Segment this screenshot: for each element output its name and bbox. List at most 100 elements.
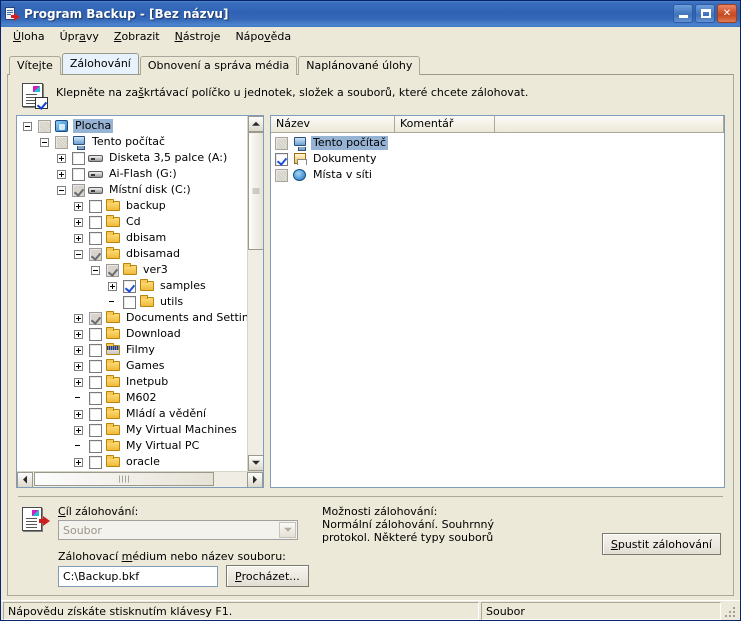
list-checkbox[interactable] [275,152,288,166]
tree-item-disketa-3-5-palce-a[interactable]: Disketa 3,5 palce (A:) [17,150,263,166]
tree-checkbox[interactable] [123,295,136,309]
expand-icon[interactable] [108,281,117,291]
expand-icon[interactable] [74,201,83,211]
expand-icon[interactable] [74,217,83,227]
list-checkbox[interactable] [275,136,288,150]
tab-obnoveni[interactable]: Obnovení a správa média [139,56,298,75]
tree-item-ai-flash-g[interactable]: Ai-Flash (G:) [17,166,263,182]
scroll-down-button[interactable] [248,455,263,471]
scroll-left-button[interactable] [17,472,33,487]
tree-item-utils[interactable]: utils [17,294,263,310]
tree-checkbox[interactable] [89,375,102,389]
resize-grip-icon[interactable] [721,603,737,619]
folder-tree[interactable]: Plocha Tento počítač Disketa 3,5 palce (A:… [17,116,263,471]
expand-icon[interactable] [74,329,83,339]
tree-checkbox[interactable] [89,391,102,405]
tree-item-games[interactable]: Games [17,358,263,374]
tree-item-my-virtual-pc[interactable]: My Virtual PC [17,438,263,454]
tree-item-tento-po-ta[interactable]: Tento počítač [17,134,263,150]
tree-item-plocha[interactable]: Plocha [17,118,263,134]
close-button[interactable]: ✕ [717,4,737,23]
expand-icon[interactable] [57,169,66,179]
tree-item-dbisamad[interactable]: dbisamad [17,246,263,262]
menu-napoveda[interactable]: Nápověda [228,28,298,45]
tree-scroll-thumb[interactable] [248,132,263,250]
collapse-icon[interactable] [23,121,32,131]
tree-checkbox[interactable] [89,311,102,325]
menu-nastroje[interactable]: Nástroje [168,28,228,45]
collapse-icon[interactable] [40,137,49,147]
tree-item-backup[interactable]: backup [17,198,263,214]
column-header-name[interactable]: Název [271,116,395,133]
scroll-right-button[interactable] [247,472,263,487]
tree-checkbox[interactable] [89,423,102,437]
expand-icon[interactable] [74,233,83,243]
tree-checkbox[interactable] [106,263,119,277]
column-header-comment[interactable]: Komentář [395,116,495,133]
list-checkbox[interactable] [275,168,288,182]
tree-hscroll-thumb[interactable] [34,472,214,486]
tree-checkbox[interactable] [89,327,102,341]
tree-checkbox[interactable] [89,407,102,421]
tree-checkbox[interactable] [72,167,85,181]
minimize-button[interactable] [673,4,693,23]
tree-checkbox[interactable] [89,215,102,229]
menu-zobrazit[interactable]: Zobrazit [107,28,167,45]
tree-checkbox[interactable] [123,279,136,293]
tree-checkbox[interactable] [89,359,102,373]
tree-checkbox[interactable] [38,119,51,133]
browse-button[interactable]: Procházet... [226,565,309,587]
tree-checkbox[interactable] [89,199,102,213]
expand-icon[interactable] [74,457,83,467]
tree-item-ver3[interactable]: ver3 [17,262,263,278]
tab-zalohovani[interactable]: Zálohování [61,53,139,74]
backup-target-select[interactable]: Soubor [58,520,298,540]
maximize-button[interactable] [695,4,715,23]
collapse-icon[interactable] [57,185,66,195]
scroll-up-button[interactable] [248,116,263,132]
tree-checkbox[interactable] [89,455,102,469]
list-item[interactable]: Místa v síti [271,167,724,183]
tree-checkbox[interactable] [89,247,102,261]
tree-horizontal-scrollbar[interactable] [17,471,263,487]
tree-vertical-scrollbar[interactable] [247,116,263,471]
tab-vitejte[interactable]: Vítejte [9,56,61,75]
list-item[interactable]: Tento počítač [271,135,724,151]
collapse-icon[interactable] [91,265,100,275]
column-header-blank[interactable] [495,116,724,133]
tree-item-filmy[interactable]: Filmy [17,342,263,358]
tree-item-oracle[interactable]: oracle [17,454,263,470]
tree-item-ml-d-a-v-d-n[interactable]: Mládí a vědění [17,406,263,422]
tree-item-dbisam[interactable]: dbisam [17,230,263,246]
tree-checkbox[interactable] [72,151,85,165]
list-item[interactable]: Dokumenty [271,151,724,167]
tree-checkbox[interactable] [72,183,85,197]
expand-icon[interactable] [74,377,83,387]
tree-checkbox[interactable] [89,343,102,357]
expand-icon[interactable] [74,345,83,355]
list-body[interactable]: Tento počítač Dokumenty Místa v síti [271,133,724,487]
tree-item-samples[interactable]: samples [17,278,263,294]
tree-item-m602[interactable]: M602 [17,390,263,406]
chevron-down-icon[interactable] [279,522,296,538]
expand-icon[interactable] [74,313,83,323]
tree-item-cd[interactable]: Cd [17,214,263,230]
tree-item-documents-and-settings[interactable]: Documents and Settings [17,310,263,326]
expand-icon[interactable] [57,153,66,163]
tree-checkbox[interactable] [55,135,68,149]
tree-item-m-stn-disk-c[interactable]: Místní disk (C:) [17,182,263,198]
tree-item-my-virtual-machines[interactable]: My Virtual Machines [17,422,263,438]
start-backup-button[interactable]: Spustit zálohování [601,533,721,555]
expand-icon[interactable] [74,409,83,419]
collapse-icon[interactable] [74,249,83,259]
expand-icon[interactable] [74,425,83,435]
menu-upravy[interactable]: Úpravy [53,28,106,45]
media-path-input[interactable]: C:\Backup.bkf [58,565,218,587]
tab-naplanovane[interactable]: Naplánované úlohy [298,56,421,75]
tree-checkbox[interactable] [89,231,102,245]
tree-item-inetpub[interactable]: Inetpub [17,374,263,390]
menu-uloha[interactable]: Úloha [6,28,52,45]
tree-item-download[interactable]: Download [17,326,263,342]
expand-icon[interactable] [74,361,83,371]
tree-checkbox[interactable] [89,439,102,453]
